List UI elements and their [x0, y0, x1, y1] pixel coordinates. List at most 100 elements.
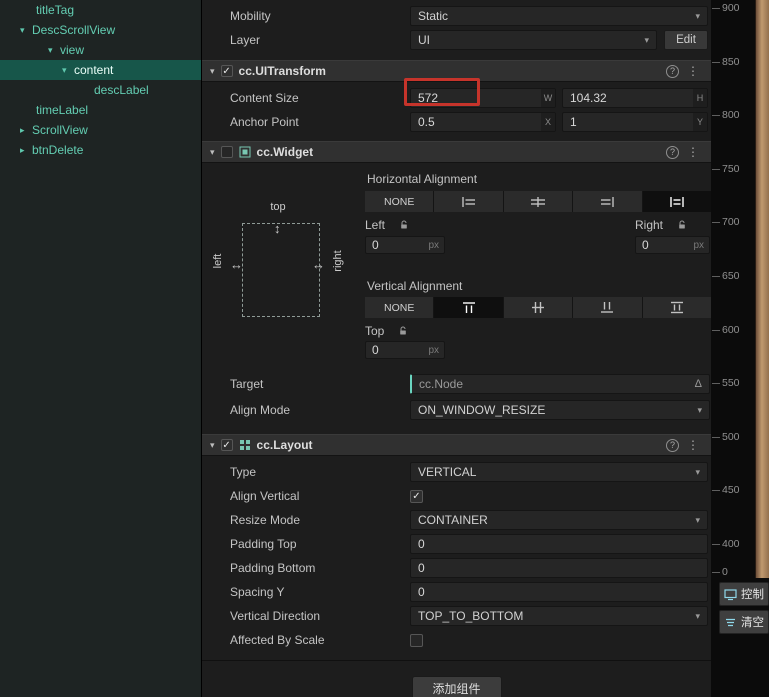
tree-item-label: view: [60, 43, 85, 57]
height-suffix: H: [693, 89, 707, 107]
padding-top-input[interactable]: 0: [410, 534, 708, 554]
help-icon[interactable]: ?: [666, 438, 679, 452]
vertical-direction-label: Vertical Direction: [230, 609, 321, 623]
tree-item-label: btnDelete: [32, 143, 84, 157]
layout-enabled-checkbox[interactable]: ✓: [220, 439, 233, 451]
left-offset-input[interactable]: 0 px: [365, 236, 445, 254]
tree-item-content-selected[interactable]: ▾ content: [0, 60, 201, 80]
vertical-direction-value: TOP_TO_BOTTOM: [418, 609, 524, 623]
diagram-top-label: top: [270, 201, 286, 213]
h-align-center-button[interactable]: [503, 191, 574, 212]
menu-dots-icon[interactable]: ⋮: [685, 438, 701, 452]
v-align-bottom-button[interactable]: [573, 297, 643, 318]
chevron-down-icon[interactable]: ▾: [62, 65, 74, 76]
ruler-tick-label: 650: [712, 270, 740, 282]
lock-icon[interactable]: [677, 220, 687, 230]
v-align-middle-button[interactable]: [503, 297, 574, 318]
menu-dots-icon[interactable]: ⋮: [685, 64, 701, 78]
ruler-tick-label: 500: [712, 431, 740, 443]
target-value: cc.Node: [419, 377, 464, 391]
right-field-label: Right: [635, 218, 687, 232]
layout-header[interactable]: ▾ ✓ cc.Layout ? ⋮: [202, 434, 711, 456]
target-node-input[interactable]: cc.Node Δ: [410, 374, 710, 394]
content-size-height-input[interactable]: 104.32 H: [562, 88, 708, 108]
align-mode-select[interactable]: ON_WINDOW_RESIZE ▾: [410, 400, 710, 420]
widget-anchor-diagram: top left right ↕ ↔ ↔: [210, 195, 370, 345]
padding-bottom-row: Padding Bottom 0: [202, 556, 711, 580]
anchor-y-suffix: Y: [693, 113, 707, 131]
lock-icon[interactable]: [398, 326, 408, 336]
horizontal-arrow-icon: ↔: [230, 257, 243, 272]
tree-item-titletag[interactable]: titleTag: [0, 0, 201, 20]
tree-item-label: titleTag: [36, 3, 75, 17]
chevron-right-icon[interactable]: ▸: [20, 125, 32, 136]
tree-item-btndelete[interactable]: ▸ btnDelete: [0, 140, 201, 160]
anchor-y-input[interactable]: 1 Y: [562, 112, 708, 132]
ruler-tick-label: 450: [712, 484, 740, 496]
content-size-width-input[interactable]: 572 W: [410, 88, 556, 108]
anchor-point-row: Anchor Point 0.5 X 1 Y: [202, 110, 711, 134]
widget-header[interactable]: ▾ cc.Widget ? ⋮: [202, 141, 711, 163]
padding-top-row: Padding Top 0: [202, 532, 711, 556]
vertical-arrow-icon: ↕: [274, 221, 281, 236]
right-value: 0: [642, 238, 649, 252]
align-center-horizontal-icon: [531, 196, 546, 207]
none-label: NONE: [384, 195, 415, 208]
help-icon[interactable]: ?: [666, 145, 679, 159]
tree-item-desclabel[interactable]: descLabel: [0, 80, 201, 100]
affected-by-scale-checkbox[interactable]: [410, 633, 423, 647]
uitransform-enabled-checkbox[interactable]: ✓: [220, 65, 233, 77]
top-offset-input[interactable]: 0 px: [365, 341, 445, 359]
widget-enabled-checkbox[interactable]: [220, 146, 233, 158]
right-offset-input[interactable]: 0 px: [635, 236, 710, 254]
chevron-down-icon[interactable]: ▾: [210, 440, 215, 451]
chevron-down-icon[interactable]: ▾: [20, 25, 32, 36]
padding-bottom-input[interactable]: 0: [410, 558, 708, 578]
v-align-none-button[interactable]: NONE: [365, 297, 435, 318]
type-select[interactable]: VERTICAL ▾: [410, 462, 708, 482]
diagram-right-label: right: [332, 250, 344, 272]
align-right-icon: [601, 196, 615, 207]
tree-item-scrollview[interactable]: ▸ ScrollView: [0, 120, 201, 140]
edit-layer-button[interactable]: Edit: [664, 30, 708, 50]
tree-item-descscrollview[interactable]: ▾ DescScrollView: [0, 20, 201, 40]
clear-button[interactable]: 清空: [719, 610, 769, 634]
left-label: Left: [365, 218, 386, 232]
type-label: Type: [230, 465, 257, 479]
chevron-down-icon: ▾: [697, 404, 702, 415]
chevron-down-icon: ▾: [695, 466, 700, 477]
help-icon[interactable]: ?: [666, 64, 679, 78]
vertical-direction-select[interactable]: TOP_TO_BOTTOM ▾: [410, 606, 708, 626]
v-align-stretch-button[interactable]: [642, 297, 711, 318]
chevron-down-icon[interactable]: ▾: [210, 147, 215, 158]
align-vertical-checkbox[interactable]: ✓: [410, 489, 423, 503]
h-align-right-button[interactable]: [573, 191, 643, 212]
tree-item-view[interactable]: ▾ view: [0, 40, 201, 60]
uitransform-header[interactable]: ▾ ✓ cc.UITransform ? ⋮: [202, 60, 711, 82]
h-align-left-button[interactable]: [434, 191, 504, 212]
chevron-down-icon[interactable]: ▾: [210, 66, 215, 77]
layer-select[interactable]: UI ▾: [410, 30, 657, 50]
tree-item-timelabel[interactable]: timeLabel: [0, 100, 201, 120]
v-align-top-button[interactable]: [434, 297, 504, 318]
lock-icon[interactable]: [399, 220, 409, 230]
mobility-select[interactable]: Static ▾: [410, 6, 708, 26]
resize-mode-select[interactable]: CONTAINER ▾: [410, 510, 708, 530]
ruler-tick-label: 550: [712, 377, 740, 389]
left-value: 0: [372, 238, 379, 252]
layer-value: UI: [418, 33, 430, 47]
control-button[interactable]: 控制: [719, 582, 769, 606]
menu-dots-icon[interactable]: ⋮: [685, 145, 701, 159]
type-value: VERTICAL: [418, 465, 477, 479]
h-align-none-button[interactable]: NONE: [365, 191, 435, 212]
chevron-down-icon[interactable]: ▾: [48, 45, 60, 56]
chevron-right-icon[interactable]: ▸: [20, 145, 32, 156]
add-component-button[interactable]: 添加组件: [411, 676, 502, 697]
h-align-stretch-button[interactable]: [642, 191, 711, 212]
spacing-y-input[interactable]: 0: [410, 582, 708, 602]
node-type-icon: Δ: [694, 378, 702, 390]
horizontal-alignment-label: Horizontal Alignment: [367, 172, 478, 186]
diagram-node-box: [242, 223, 320, 317]
anchor-x-input[interactable]: 0.5 X: [410, 112, 556, 132]
mobility-label: Mobility: [230, 9, 271, 23]
